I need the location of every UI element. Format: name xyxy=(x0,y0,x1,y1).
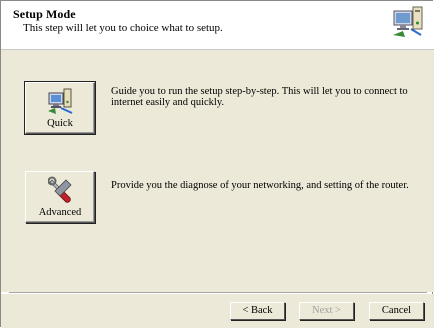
quick-description-line2: internet easily and quickly. xyxy=(111,97,225,108)
back-button[interactable]: < Back xyxy=(230,302,285,320)
advanced-setup-button[interactable]: Advanced xyxy=(25,171,95,223)
setup-wizard-window: Setup Mode This step will let you to cho… xyxy=(0,0,434,328)
page-title: Setup Mode xyxy=(13,7,76,21)
page-subtitle: This step will let you to choice what to… xyxy=(23,22,223,34)
advanced-description: Provide you the diagnose of your network… xyxy=(111,180,409,191)
quick-button-label: Quick xyxy=(47,118,73,129)
network-computer-icon xyxy=(393,6,423,37)
wizard-footer: < Back Next > Cancel xyxy=(1,294,434,328)
wizard-header: Setup Mode This step will let you to cho… xyxy=(1,1,434,50)
wrench-tools-icon xyxy=(48,176,72,203)
quick-description-line1: Guide you to run the setup step-by-step.… xyxy=(111,86,408,97)
wizard-body: Quick Guide you to run the setup step-by… xyxy=(1,50,434,292)
quick-setup-button[interactable]: Quick xyxy=(24,81,96,135)
next-button[interactable]: Next > xyxy=(299,302,354,320)
advanced-button-label: Advanced xyxy=(38,207,82,218)
cancel-button[interactable]: Cancel xyxy=(369,302,424,320)
network-wizard-icon xyxy=(48,88,73,114)
